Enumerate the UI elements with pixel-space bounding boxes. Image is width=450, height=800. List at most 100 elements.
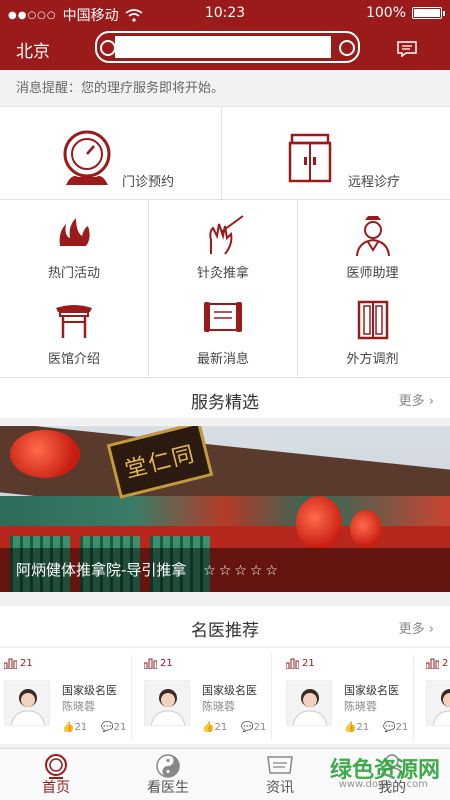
service-acupuncture[interactable]: 针灸推拿 — [149, 200, 298, 291]
doctor-list: 21 国家级名医 陈晓蓉 👍21 💬21 21 国家级名医 陈晓蓉 � — [0, 648, 450, 744]
lantern-image — [10, 430, 80, 478]
doctor-card[interactable]: 21 国家级名医 陈晓蓉 👍21 💬21 — [282, 654, 414, 740]
chevron-right-icon: › — [428, 622, 434, 637]
popularity: 21 — [144, 658, 173, 669]
featured-banner[interactable]: 堂仁同 阿炳健体推拿院-导引推拿 ☆☆☆☆☆ — [0, 426, 450, 592]
service-label: 热门活动 — [47, 266, 100, 281]
comment-icon: 💬21 — [383, 722, 409, 733]
featured-more-link[interactable]: 更多 › — [399, 390, 434, 409]
acupuncture-icon — [209, 215, 244, 255]
more-label: 更多 — [398, 622, 425, 637]
popularity: 2 — [426, 658, 448, 669]
more-label: 更多 — [398, 394, 425, 409]
bar-chart-icon — [426, 658, 439, 669]
rating-stars: ☆☆☆☆☆ — [203, 563, 281, 579]
featured-title: 服务精选 — [191, 393, 259, 413]
service-remote-diagnosis[interactable]: 远程诊疗 — [222, 107, 450, 200]
comment-count: 21 — [395, 722, 409, 733]
doctors-title: 名医推荐 — [191, 621, 259, 641]
battery-icon — [412, 7, 445, 19]
service-prescription[interactable]: 外方调剂 — [298, 286, 447, 377]
doctor-avatar — [286, 680, 332, 726]
tab-label: 首页 — [42, 780, 70, 796]
popularity-count: 2 — [442, 658, 449, 669]
bar-chart-icon — [4, 658, 17, 669]
banner-caption-text: 阿炳健体推拿院-导引推拿 — [16, 561, 187, 579]
doctor-stats: 👍21 💬21 — [62, 722, 126, 733]
services-row-2: 医馆介绍 最新消息 外方调剂 — [0, 286, 450, 378]
primary-services: 门诊预约 远程诊疗 — [0, 106, 450, 200]
doctor-card[interactable]: 21 国家级名医 陈晓蓉 👍21 💬21 — [0, 654, 132, 740]
chevron-right-icon: › — [428, 394, 434, 409]
doctor-avatar — [426, 680, 450, 726]
flame-icon — [59, 218, 90, 246]
doctor-level: 国家级名医 — [344, 684, 399, 697]
service-label: 针灸推拿 — [196, 266, 249, 281]
tab-doctors[interactable]: 看医生 — [112, 749, 224, 800]
search-input[interactable] — [115, 36, 331, 58]
services-row-1: 热门活动 针灸推拿 医师助理 — [0, 200, 450, 292]
doctors-more-link[interactable]: 更多 › — [399, 618, 434, 637]
doctor-name: 陈晓蓉 — [202, 700, 235, 713]
service-hot-events[interactable]: 热门活动 — [0, 200, 149, 291]
lantern-image — [350, 510, 382, 548]
doctor-name: 陈晓蓉 — [344, 700, 377, 713]
doctor-name: 陈晓蓉 — [62, 700, 95, 713]
message-icon[interactable] — [397, 41, 417, 57]
battery-percent: 100% — [365, 5, 406, 21]
popularity: 21 — [4, 658, 33, 669]
thumbs-up-icon: 👍21 — [202, 722, 228, 733]
city-selector[interactable]: 北京 — [16, 37, 50, 62]
app-screen: ●●○○○ 中国移动 10:23 100% 北京 消息提醒：您的理疗服务即将开始… — [0, 0, 450, 800]
comment-icon: 💬21 — [241, 722, 267, 733]
doctors-header: 名医推荐 更多 › — [0, 606, 450, 646]
comment-count: 21 — [253, 722, 267, 733]
lantern-image — [296, 496, 342, 550]
watermark-logo: 绿色资源网 www.downcc.com — [330, 752, 440, 790]
thumbs-count: 21 — [74, 722, 88, 733]
banner-caption: 阿炳健体推拿院-导引推拿 ☆☆☆☆☆ — [0, 548, 450, 592]
bar-chart-icon — [144, 658, 157, 669]
tab-label: 资讯 — [266, 780, 294, 796]
doctor-card[interactable]: 21 国家级名医 陈晓蓉 👍21 💬21 — [140, 654, 272, 740]
yin-yang-icon — [156, 754, 180, 778]
doctor-avatar — [144, 680, 190, 726]
doctor-card[interactable]: 2 — [422, 654, 450, 740]
search-box[interactable] — [95, 31, 360, 63]
service-label: 最新消息 — [196, 352, 249, 367]
app-header: ●●○○○ 中国移动 10:23 100% 北京 — [0, 0, 450, 70]
tab-news[interactable]: 资讯 — [224, 749, 336, 800]
tab-home[interactable]: 首页 — [0, 749, 112, 800]
featured-header: 服务精选 更多 › — [0, 378, 450, 418]
watermark-url: www.downcc.com — [338, 779, 428, 790]
cabinet-icon — [288, 133, 332, 183]
pavilion-icon — [56, 305, 92, 338]
medicine-cabinet-icon — [357, 300, 388, 340]
tab-label: 看医生 — [147, 780, 189, 796]
service-label: 医馆介绍 — [47, 352, 100, 367]
doctor-stats: 👍21 💬21 — [202, 722, 266, 733]
doctor-level: 国家级名医 — [202, 684, 257, 697]
service-label: 医师助理 — [346, 266, 399, 281]
home-icon — [45, 754, 67, 779]
doctor-assistant-icon — [355, 216, 390, 257]
scroll-icon — [204, 302, 242, 332]
service-doctor-assistant[interactable]: 医师助理 — [298, 200, 447, 291]
nav-bar: 北京 — [0, 28, 450, 68]
status-bar: ●●○○○ 中国移动 10:23 100% — [0, 0, 450, 26]
comment-icon: 💬21 — [101, 722, 127, 733]
service-latest-news[interactable]: 最新消息 — [149, 286, 298, 377]
popularity-count: 21 — [302, 658, 315, 669]
news-icon — [267, 756, 293, 774]
service-clinic-appointment[interactable]: 门诊预约 — [0, 107, 222, 200]
thumbs-count: 21 — [356, 722, 370, 733]
doctor-stats: 👍21 💬21 — [344, 722, 408, 733]
doctor-level: 国家级名医 — [62, 684, 117, 697]
bar-chart-icon — [286, 658, 299, 669]
service-label: 门诊预约 — [122, 175, 175, 190]
notice-banner[interactable]: 消息提醒：您的理疗服务即将开始。 — [0, 70, 450, 106]
thumbs-up-icon: 👍21 — [344, 722, 370, 733]
service-label: 外方调剂 — [346, 352, 399, 367]
service-clinic-intro[interactable]: 医馆介绍 — [0, 286, 149, 377]
popularity: 21 — [286, 658, 315, 669]
